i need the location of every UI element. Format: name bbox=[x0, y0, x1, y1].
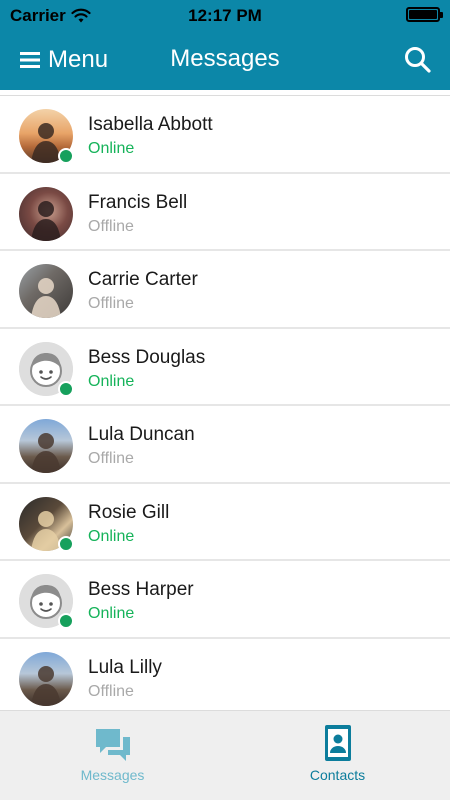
search-icon bbox=[405, 47, 431, 73]
tab-contacts[interactable]: Contacts bbox=[225, 711, 450, 800]
contact-row[interactable]: Francis Bell Offline bbox=[0, 173, 450, 251]
contacts-icon bbox=[325, 725, 351, 761]
contact-status: Offline bbox=[88, 295, 134, 312]
clock: 12:17 PM bbox=[188, 6, 262, 25]
contact-status: Offline bbox=[88, 217, 134, 235]
avatar bbox=[19, 186, 73, 241]
page-title: Messages bbox=[170, 45, 280, 72]
contact-row[interactable]: Lula Lilly Offline bbox=[0, 638, 450, 710]
search-button[interactable] bbox=[402, 44, 434, 76]
contact-name: Carrie Carter bbox=[88, 269, 198, 290]
contact-name: Francis Bell bbox=[88, 191, 188, 213]
contact-status: Offline bbox=[88, 450, 134, 467]
tab-messages-label: Messages bbox=[80, 767, 145, 783]
contact-status: Online bbox=[88, 527, 135, 545]
contact-status: Online bbox=[88, 605, 135, 622]
top-bar: Carrier 12:17 PM Menu Messages bbox=[0, 0, 450, 90]
tab-bar: Messages Contacts bbox=[0, 710, 450, 800]
online-indicator bbox=[58, 613, 74, 629]
contact-row[interactable]: Lula Duncan Offline bbox=[0, 406, 450, 484]
contact-status: Online bbox=[88, 372, 135, 390]
contact-row[interactable]: Bess Douglas Online bbox=[0, 328, 450, 406]
contact-name: Lula Duncan bbox=[88, 424, 195, 445]
contact-row[interactable]: Rosie Gill Online bbox=[0, 483, 450, 561]
online-indicator bbox=[58, 148, 74, 164]
online-indicator bbox=[58, 535, 74, 552]
online-indicator bbox=[58, 380, 74, 397]
contact-row[interactable]: Isabella Abbott Online bbox=[0, 96, 450, 174]
contact-name: Isabella Abbott bbox=[88, 114, 213, 135]
contact-name: Lula Lilly bbox=[88, 656, 162, 678]
contact-list[interactable]: Isabella Abbott Online Francis Bell Offline… bbox=[0, 95, 450, 710]
battery-icon bbox=[406, 7, 443, 22]
chat-bubbles-icon bbox=[96, 729, 130, 761]
avatar bbox=[19, 419, 73, 473]
contact-name: Rosie Gill bbox=[88, 501, 170, 523]
contact-row[interactable]: Carrie Carter Offline bbox=[0, 251, 450, 329]
nav-bar: Menu Messages bbox=[0, 30, 450, 90]
avatar bbox=[19, 264, 73, 318]
contact-status: Online bbox=[88, 140, 135, 157]
tab-contacts-label: Contacts bbox=[309, 767, 366, 783]
avatar bbox=[19, 651, 73, 706]
contact-row[interactable]: Bess Harper Online bbox=[0, 561, 450, 639]
contact-status: Offline bbox=[88, 682, 134, 700]
status-bar: Carrier 12:17 PM bbox=[0, 0, 450, 30]
tab-messages[interactable]: Messages bbox=[0, 711, 225, 800]
contact-name: Bess Douglas bbox=[88, 346, 206, 368]
contact-name: Bess Harper bbox=[88, 579, 194, 600]
